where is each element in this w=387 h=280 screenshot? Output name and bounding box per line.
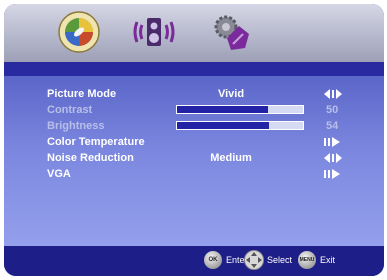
setup-gear-icon[interactable]	[209, 10, 255, 54]
dpad-icon	[244, 250, 264, 270]
footer-help-bar: OK Enter Select MENU Exit	[4, 246, 384, 276]
picture-settings-list: Picture Mode Vivid Contrast 50 Brightnes…	[4, 76, 384, 246]
menu-tab-bar	[4, 4, 384, 62]
enter-submenu-arrow-icon[interactable]	[324, 137, 344, 147]
contrast-value: 50	[326, 104, 339, 116]
exit-label: Exit	[320, 255, 336, 265]
brightness-slider[interactable]	[176, 121, 304, 130]
vga-row[interactable]: VGA	[4, 166, 384, 182]
brightness-row[interactable]: Brightness 54	[4, 118, 384, 134]
ok-button-icon: OK	[204, 251, 222, 269]
vga-label: VGA	[47, 168, 71, 180]
color-temperature-row[interactable]: Color Temperature	[4, 134, 384, 150]
contrast-row[interactable]: Contrast 50	[4, 102, 384, 118]
brightness-label: Brightness	[47, 120, 105, 132]
header-divider	[4, 62, 384, 76]
osd-menu-window: Picture Mode Vivid Contrast 50 Brightnes…	[4, 4, 384, 276]
picture-mode-value: Vivid	[217, 88, 245, 100]
noise-reduction-label: Noise Reduction	[47, 152, 134, 164]
brightness-slider-fill	[177, 122, 269, 129]
menu-button-icon: MENU	[298, 251, 316, 269]
brightness-value: 54	[326, 120, 339, 132]
noise-reduction-value: Medium	[210, 152, 252, 164]
color-temperature-label: Color Temperature	[47, 136, 145, 148]
enter-submenu-arrow-icon[interactable]	[324, 169, 344, 179]
noise-reduction-row[interactable]: Noise Reduction Medium	[4, 150, 384, 166]
left-right-arrows-icon[interactable]	[324, 153, 344, 163]
picture-mode-label: Picture Mode	[47, 88, 117, 100]
contrast-label: Contrast	[47, 104, 93, 116]
speaker-icon[interactable]	[131, 10, 177, 54]
contrast-slider-fill	[177, 106, 268, 113]
select-label: Select	[267, 255, 293, 265]
contrast-slider[interactable]	[176, 105, 304, 114]
picture-mode-row[interactable]: Picture Mode Vivid	[4, 86, 384, 102]
left-right-arrows-icon[interactable]	[324, 89, 344, 99]
picture-palette-icon[interactable]	[56, 10, 102, 54]
